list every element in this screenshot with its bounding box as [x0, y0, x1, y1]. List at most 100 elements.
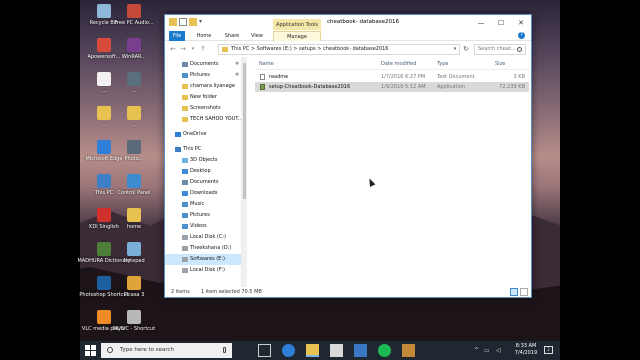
store-icon[interactable] — [330, 344, 343, 357]
desktop-icon-label: Notepad — [123, 258, 145, 264]
desktop-icon-label: Photo... — [124, 156, 144, 162]
file-list[interactable]: Name Date modified Type Size readme 1/7/2… — [255, 57, 529, 287]
tab-view[interactable]: View — [249, 31, 265, 41]
minimize-button[interactable]: — — [473, 18, 489, 28]
column-header-name[interactable]: Name — [259, 59, 274, 69]
taskbar-clock[interactable]: 8:33 AM 7/4/2019 — [511, 343, 541, 357]
details-view-button[interactable] — [510, 288, 518, 296]
desktop-icon-label: ... — [101, 122, 107, 128]
network-icon[interactable]: ▭ — [484, 347, 490, 354]
nav-item-local-disk-f[interactable]: Local Disk (F:) — [165, 265, 241, 276]
nav-item-tech-sahoo-yout[interactable]: TECH SAHOO YOUT... — [165, 114, 241, 125]
navigation-pane[interactable]: Documents ✱ Pictures ✱ chamara liyanage New f… — [165, 57, 242, 287]
nav-item-label: Screenshots — [190, 105, 221, 111]
nav-item-label: Softwares (E:) — [190, 256, 225, 262]
vlc-icon — [97, 310, 111, 324]
nav-item-onedrive[interactable]: OneDrive — [165, 129, 241, 140]
volume-icon[interactable]: ◁ — [496, 347, 501, 354]
tab-file[interactable]: File — [169, 31, 185, 41]
music-icon — [182, 202, 188, 207]
action-center-icon[interactable]: 2 — [544, 346, 553, 354]
nav-item-downloads[interactable]: Downloads — [165, 188, 241, 199]
column-header-date-modified[interactable]: Date modified — [381, 59, 416, 69]
nav-item-local-disk-c[interactable]: Local Disk (C:) — [165, 232, 241, 243]
file-row[interactable]: setup-Cheatbook-Database2016 1/9/2016 5:1… — [255, 82, 529, 92]
nav-item-music[interactable]: Music — [165, 199, 241, 210]
address-dropdown-button[interactable]: ▾ — [451, 44, 459, 54]
recycle-bin-icon — [97, 4, 111, 18]
spotify-icon[interactable] — [378, 344, 391, 357]
nav-item-pictures[interactable]: Pictures ✱ — [165, 70, 241, 81]
title-bar[interactable]: ▾ Application Tools cheatbook- database2… — [165, 15, 531, 31]
taskbar-search-box[interactable]: Type here to search — [101, 343, 232, 358]
nav-item-label: Documents — [190, 179, 219, 185]
back-button[interactable]: ← — [169, 44, 177, 54]
folder-icon — [222, 47, 228, 52]
task-view-icon[interactable] — [258, 344, 271, 357]
folder-icon — [182, 117, 188, 122]
help-icon[interactable]: ? — [518, 32, 525, 39]
large-icons-view-button[interactable] — [520, 288, 528, 296]
tab-home[interactable]: Home — [195, 31, 213, 41]
nav-item-documents[interactable]: Documents ✱ — [165, 59, 241, 70]
tab-manage[interactable]: Manage — [273, 31, 321, 41]
file-type: Text Document — [437, 74, 475, 80]
audio-app-icon — [127, 4, 141, 18]
maximize-button[interactable]: ☐ — [493, 18, 509, 28]
file-row[interactable]: readme 1/7/2016 6:27 PM Text Document 3 KB — [255, 72, 529, 82]
nav-item-softwares-e[interactable]: Softwares (E:) — [165, 254, 241, 265]
desktop-icon-label: ... — [101, 88, 107, 94]
desktop-icon-label: ... — [131, 88, 137, 94]
dictionary-icon — [97, 242, 111, 256]
forward-button[interactable]: → — [179, 44, 187, 54]
nav-item-label: Videos — [190, 223, 207, 229]
camera-app-icon[interactable] — [402, 344, 415, 357]
refresh-button[interactable]: ↻ — [462, 44, 470, 54]
nav-item-desktop[interactable]: Desktop — [165, 166, 241, 177]
nav-item-pictures[interactable]: Pictures — [165, 210, 241, 221]
nav-item-documents[interactable]: Documents — [165, 177, 241, 188]
close-button[interactable]: ✕ — [513, 18, 529, 28]
nav-item-this-pc[interactable]: This PC — [165, 144, 241, 155]
folder-icon — [182, 106, 188, 111]
photoshop-icon — [97, 276, 111, 290]
nav-item-label: Music — [190, 201, 205, 207]
address-bar[interactable]: This PC > Softwares (E:) > setups > chea… — [218, 44, 460, 55]
nav-item-theekshana-d[interactable]: Theekshana (D:) — [165, 243, 241, 254]
new-folder-icon[interactable] — [189, 18, 197, 26]
nav-item-3d-objects[interactable]: 3D Objects — [165, 155, 241, 166]
navigation-scrollbar[interactable] — [242, 57, 247, 287]
nav-item-new-folder[interactable]: New folder — [165, 92, 241, 103]
microphone-icon[interactable] — [223, 347, 226, 353]
nav-item-videos[interactable]: Videos — [165, 221, 241, 232]
folder-icon — [127, 106, 141, 120]
drive-icon — [182, 257, 188, 262]
documents-icon — [182, 62, 188, 67]
scrollbar-thumb[interactable] — [243, 63, 246, 199]
up-button[interactable]: ↑ — [199, 44, 207, 54]
search-icon — [517, 47, 522, 52]
nav-item-chamara-liyanage[interactable]: chamara liyanage — [165, 81, 241, 92]
recent-locations-button[interactable]: ▾ — [189, 44, 197, 54]
windows-start-icon[interactable] — [85, 345, 96, 356]
singlish-app-icon — [97, 208, 111, 222]
column-header-type[interactable]: Type — [437, 59, 448, 69]
tab-share[interactable]: Share — [223, 31, 241, 41]
desktop-icon-label: Free PC Audio... — [114, 20, 154, 26]
taskbar-search-placeholder: Type here to search — [120, 347, 175, 353]
file-explorer-icon[interactable] — [306, 344, 319, 357]
nav-item-label: Documents — [190, 61, 219, 67]
edge-icon[interactable] — [282, 344, 295, 357]
customize-quick-access-icon[interactable]: ▾ — [199, 18, 207, 26]
show-hidden-icons-icon[interactable]: ^ — [474, 347, 479, 354]
file-explorer-window[interactable]: ▾ Application Tools cheatbook- database2… — [164, 14, 532, 298]
desktop-icon-label: WinRAR... — [121, 54, 147, 60]
mail-icon[interactable] — [354, 344, 367, 357]
column-header-size[interactable]: Size — [495, 59, 505, 69]
properties-icon[interactable] — [179, 18, 187, 26]
search-box[interactable]: Search cheat... — [474, 44, 526, 55]
desktop-icon-label: MUSIC - Shortcut — [112, 326, 156, 332]
nav-item-screenshots[interactable]: Screenshots — [165, 103, 241, 114]
taskbar: Type here to search ^ ▭ ◁ 8:33 AM 7/4/20… — [80, 341, 560, 360]
status-selection: 1 item selected 70.5 MB — [201, 289, 262, 295]
